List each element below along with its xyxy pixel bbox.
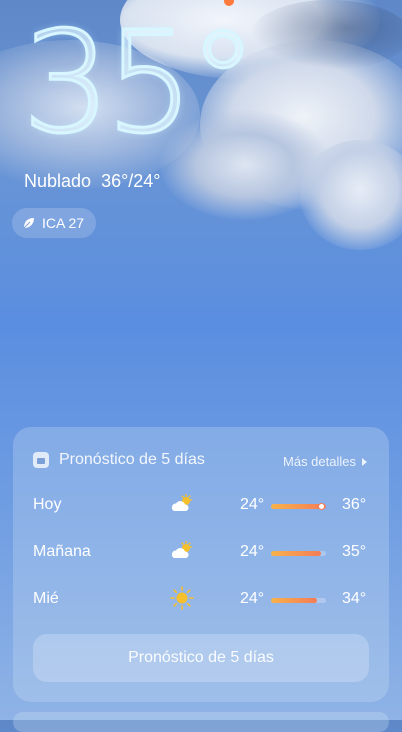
low-temp: 24° bbox=[240, 496, 265, 513]
more-details-label: Más detalles bbox=[283, 454, 356, 469]
day-label: Mañana bbox=[33, 543, 91, 560]
condition-text: Nublado bbox=[24, 171, 92, 191]
more-details-link[interactable]: Más detalles bbox=[283, 454, 367, 469]
temp-range-fill bbox=[271, 598, 317, 603]
aqi-label: ICA 27 bbox=[42, 215, 85, 231]
condition-summary: Nublado 36°/24° bbox=[24, 171, 171, 192]
forecast-row-wednesday[interactable]: Mié 24° 34° bbox=[13, 585, 389, 615]
day-label: Mié bbox=[33, 590, 59, 607]
leaf-icon bbox=[23, 218, 34, 229]
temp-range-bar bbox=[271, 551, 326, 556]
current-temperature: 35° bbox=[20, 2, 259, 165]
low-temp: 24° bbox=[240, 543, 265, 560]
high-temp: 35° bbox=[342, 543, 367, 560]
calendar-icon bbox=[33, 452, 49, 468]
partly-cloudy-icon bbox=[171, 494, 192, 511]
day-label: Hoy bbox=[33, 496, 62, 513]
forecast-row-tomorrow[interactable]: Mañana 24° 35° bbox=[13, 538, 389, 568]
temp-range-bar bbox=[271, 503, 326, 510]
temp-range-fill bbox=[271, 551, 322, 556]
five-day-forecast-button[interactable]: Pronóstico de 5 días bbox=[33, 634, 369, 682]
current-temp-marker bbox=[317, 503, 325, 510]
temperature-range: 36°/24° bbox=[101, 171, 161, 191]
next-card-edge bbox=[13, 712, 389, 732]
forecast-header: Pronóstico de 5 días bbox=[33, 451, 205, 469]
forecast-title: Pronóstico de 5 días bbox=[59, 451, 205, 468]
chevron-right-icon bbox=[362, 457, 367, 466]
forecast-row-today[interactable]: Hoy 24° 36° bbox=[13, 491, 389, 521]
high-temp: 36° bbox=[342, 496, 367, 513]
sun-icon bbox=[170, 586, 194, 610]
partly-cloudy-icon bbox=[171, 541, 192, 558]
temp-range-bar bbox=[271, 598, 326, 603]
high-temp: 34° bbox=[342, 590, 367, 607]
forecast-card: Pronóstico de 5 días Más detalles Hoy 24… bbox=[13, 427, 389, 702]
aqi-badge[interactable]: ICA 27 bbox=[12, 208, 97, 238]
five-day-forecast-button-label: Pronóstico de 5 días bbox=[128, 649, 274, 666]
low-temp: 24° bbox=[240, 590, 265, 607]
